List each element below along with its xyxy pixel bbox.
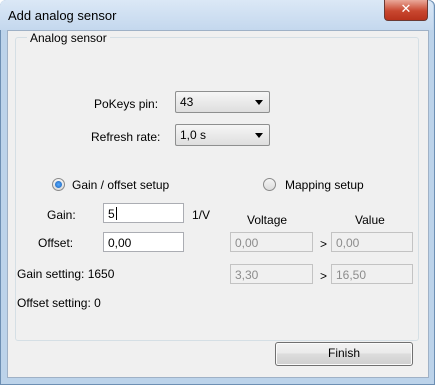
chevron-down-icon — [255, 133, 263, 138]
value-input-2[interactable]: 16,50 — [331, 264, 413, 284]
pokeys-pin-label: PoKeys pin: — [94, 97, 159, 111]
value-header: Value — [355, 213, 385, 227]
offset-setting-status: Offset setting: 0 — [17, 296, 101, 310]
gain-value: 5 — [108, 207, 117, 221]
close-icon: ✕ — [400, 2, 412, 17]
radio-selected-dot — [55, 181, 62, 188]
voltage-value-2: 3,30 — [235, 268, 259, 282]
finish-button[interactable]: Finish — [275, 342, 413, 366]
voltage-header: Voltage — [247, 213, 288, 227]
mapping-arrow-1: > — [320, 237, 328, 251]
close-button[interactable]: ✕ — [384, 0, 428, 21]
offset-value: 0,00 — [108, 236, 132, 250]
pokeys-pin-select[interactable]: 43 — [175, 91, 270, 113]
gain-label: Gain: — [47, 208, 76, 222]
refresh-rate-value: 1,0 s — [180, 128, 207, 142]
title-bar[interactable]: Add analog sensor ✕ — [0, 0, 433, 30]
chevron-down-icon — [255, 100, 263, 105]
gain-offset-radio[interactable] — [52, 178, 65, 191]
gain-offset-radio-label[interactable]: Gain / offset setup — [72, 178, 169, 192]
pokeys-pin-value: 43 — [180, 95, 194, 109]
window-title: Add analog sensor — [8, 8, 117, 23]
gain-unit: 1/V — [192, 208, 211, 222]
mapping-radio[interactable] — [263, 178, 276, 191]
voltage-input-1[interactable]: 0,00 — [230, 232, 313, 252]
group-label: Analog sensor — [27, 31, 110, 45]
value-value-1: 0,00 — [336, 236, 360, 250]
voltage-value-1: 0,00 — [235, 236, 259, 250]
mapping-radio-label[interactable]: Mapping setup — [285, 178, 364, 192]
refresh-rate-label: Refresh rate: — [91, 130, 161, 144]
gain-setting-status: Gain setting: 1650 — [17, 267, 115, 281]
text-caret — [115, 207, 117, 220]
voltage-input-2[interactable]: 3,30 — [230, 264, 313, 284]
mapping-arrow-2: > — [320, 269, 328, 283]
value-input-1[interactable]: 0,00 — [331, 232, 413, 252]
offset-label: Offset: — [38, 236, 74, 250]
refresh-rate-select[interactable]: 1,0 s — [175, 124, 270, 146]
value-value-2: 16,50 — [336, 268, 367, 282]
offset-input[interactable]: 0,00 — [103, 232, 184, 252]
gain-input[interactable]: 5 — [103, 203, 184, 223]
